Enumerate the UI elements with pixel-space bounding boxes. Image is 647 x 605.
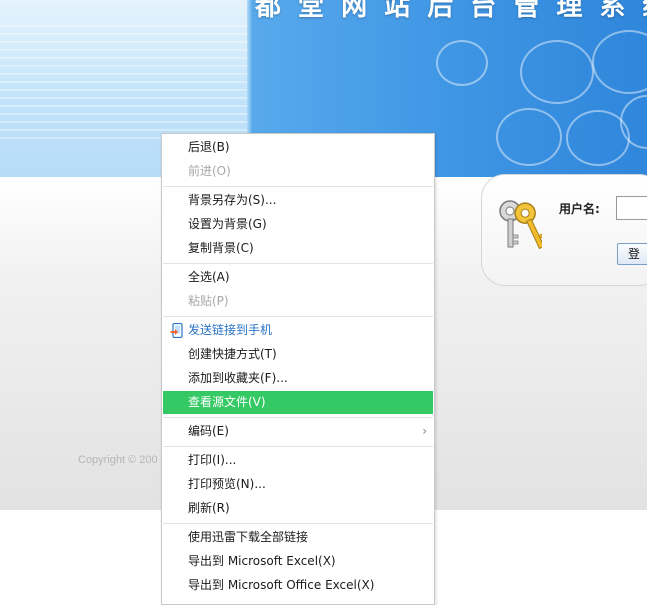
menu-item-create-shortcut[interactable]: 创建快捷方式(T) [163,343,433,366]
menu-item-paste[interactable]: 粘贴(P) [163,290,433,313]
decorative-ring [496,108,562,166]
menu-item-add-to-favorites[interactable]: 添加到收藏夹(F)... [163,367,433,390]
menu-item-forward[interactable]: 前进(O) [163,160,433,183]
menu-item-thunder-download-all[interactable]: 使用迅雷下载全部链接 [163,526,433,549]
menu-separator [163,186,433,187]
menu-item-save-background[interactable]: 背景另存为(S)... [163,189,433,212]
login-button[interactable]: 登 [617,243,647,265]
decorative-ring [592,30,647,94]
username-label: 用户名: [559,202,600,216]
site-title: 都 堂 网 站 后 台 管 理 系 统 [255,0,647,22]
username-input[interactable] [616,196,647,220]
menu-separator [163,316,433,317]
keys-icon [499,200,542,250]
phone-send-icon [170,323,183,338]
menu-separator [163,263,433,264]
menu-item-label: 编码(E) [188,424,229,438]
context-menu: 后退(B) 前进(O) 背景另存为(S)... 设置为背景(G) 复制背景(C)… [161,133,435,605]
menu-separator [163,446,433,447]
menu-item-copy-background[interactable]: 复制背景(C) [163,237,433,260]
menu-item-select-all[interactable]: 全选(A) [163,266,433,289]
menu-item-refresh[interactable]: 刷新(R) [163,497,433,520]
menu-item-back[interactable]: 后退(B) [163,136,433,159]
menu-item-encoding[interactable]: 编码(E) › [163,420,433,443]
menu-item-set-background[interactable]: 设置为背景(G) [163,213,433,236]
decorative-ring [520,40,594,104]
menu-separator [163,523,433,524]
copyright-text: Copyright © 200 [78,454,158,466]
menu-item-label: 发送链接到手机 [188,323,273,337]
chevron-right-icon: › [422,424,427,438]
menu-item-print-preview[interactable]: 打印预览(N)... [163,473,433,496]
menu-item-export-to-excel[interactable]: 导出到 Microsoft Excel(X) [163,550,433,573]
menu-item-view-source[interactable]: 查看源文件(V) [163,391,433,414]
menu-separator [163,417,433,418]
menu-item-send-link-to-phone[interactable]: 发送链接到手机 [163,319,433,342]
banner-stripes [0,25,247,145]
menu-item-print[interactable]: 打印(I)... [163,449,433,472]
login-panel: 用户名: 登 [481,174,647,286]
decorative-ring [436,40,488,86]
